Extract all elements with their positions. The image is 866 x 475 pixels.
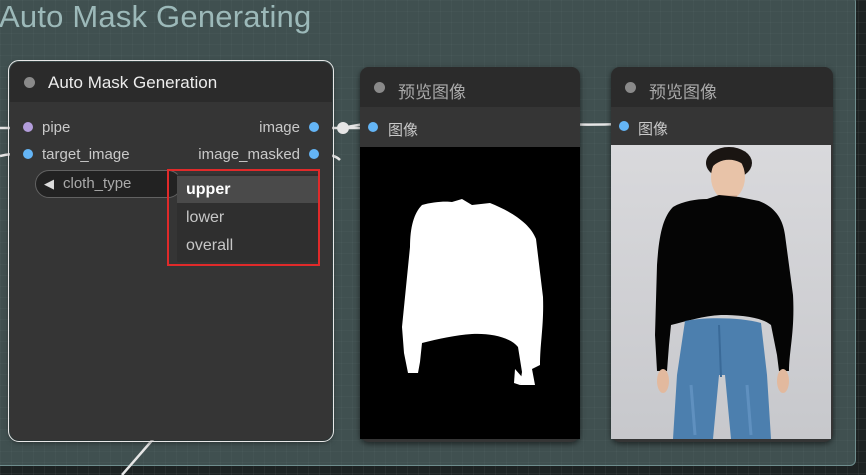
pipe-input-label: pipe (42, 119, 71, 136)
combo-left-arrow-icon[interactable]: ◀ (44, 176, 54, 192)
highlight-box (167, 169, 320, 266)
group-title: Auto Mask Generating (0, 0, 312, 34)
cloth-type-combo[interactable]: ◀ cloth_type (35, 170, 182, 198)
preview2-image-input-dot[interactable] (619, 121, 629, 131)
image-masked-output-label: image_masked (198, 146, 300, 163)
image-output-dot[interactable] (309, 122, 319, 132)
preview1-image-input-dot[interactable] (368, 122, 378, 132)
preview2-image-input-label: 图像 (638, 121, 669, 138)
preview1-image-input-label: 图像 (388, 122, 419, 139)
node-canvas[interactable]: Auto Mask Generating Auto Mask Generatio… (0, 0, 866, 475)
node-header[interactable]: 预览图像 (611, 67, 833, 107)
node-title: 预览图像 (398, 83, 466, 102)
pipe-input-dot[interactable] (23, 122, 33, 132)
target-image-input-dot[interactable] (23, 149, 33, 159)
collapse-dot[interactable] (374, 82, 385, 93)
mask-silhouette (402, 199, 544, 385)
node-title: 预览图像 (649, 83, 717, 102)
image-output-label: image (259, 119, 300, 136)
combo-label: cloth_type (63, 175, 132, 192)
image-masked-output-dot[interactable] (309, 149, 319, 159)
masked-person-preview-image (611, 145, 831, 439)
mask-preview-image (360, 147, 580, 439)
target-image-input-label: target_image (42, 146, 130, 163)
masked-person-figure (655, 147, 794, 439)
node-header[interactable]: 预览图像 (360, 67, 580, 107)
collapse-dot[interactable] (625, 82, 636, 93)
collapse-dot[interactable] (24, 77, 35, 88)
node-title: Auto Mask Generation (48, 73, 218, 92)
node-header[interactable]: Auto Mask Generation (10, 62, 332, 102)
